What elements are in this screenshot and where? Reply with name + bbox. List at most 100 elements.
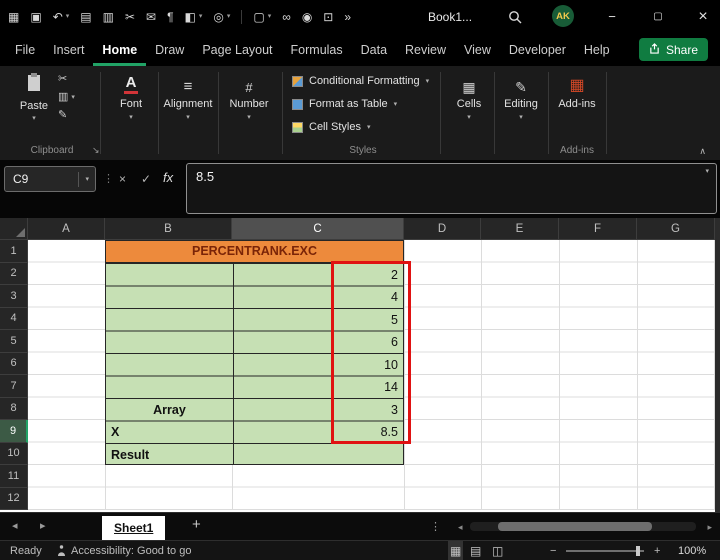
enter-entry-button[interactable]: ✓: [141, 172, 151, 186]
conditional-formatting-button[interactable]: Conditional Formatting ▾: [292, 75, 438, 87]
name-box-chevron-icon[interactable]: ▾: [79, 176, 95, 183]
tab-help[interactable]: Help: [575, 33, 619, 66]
search-icon[interactable]: [508, 10, 522, 29]
sheet-nav-left-icon[interactable]: ◂: [12, 521, 18, 532]
format-painter-button[interactable]: ✎: [58, 110, 75, 121]
row-header-3[interactable]: 3: [0, 285, 28, 308]
close-button[interactable]: ×: [686, 0, 720, 33]
zoom-level[interactable]: 100%: [678, 541, 706, 560]
insert-function-button[interactable]: fx: [163, 170, 173, 185]
name-box[interactable]: C9 ▾: [4, 166, 96, 192]
zoom-in-button[interactable]: +: [654, 541, 660, 560]
tab-data[interactable]: Data: [352, 33, 396, 66]
cut-button[interactable]: ✂: [58, 74, 75, 85]
tab-formulas[interactable]: Formulas: [282, 33, 352, 66]
column-header-d[interactable]: D: [404, 218, 481, 240]
row-header-9[interactable]: 9: [0, 420, 28, 443]
tab-developer[interactable]: Developer: [500, 33, 575, 66]
app-launcher-icon[interactable]: ▦: [8, 11, 19, 23]
collapse-ribbon-chevron-icon[interactable]: ∧: [699, 146, 706, 157]
undo-dropdown-chevron-icon[interactable]: ▾: [66, 13, 70, 20]
paste-button[interactable]: Paste ▾: [12, 72, 56, 122]
row-header-7[interactable]: 7: [0, 375, 28, 398]
formatting-marks-icon[interactable]: ¶: [167, 11, 173, 23]
sheet-nav-right-icon[interactable]: ▸: [40, 521, 46, 532]
new-file-icon[interactable]: ▢: [253, 11, 264, 23]
number-group-button[interactable]: # Number ▾: [222, 74, 276, 121]
cell-styles-button[interactable]: Cell Styles ▾: [292, 121, 438, 133]
more-commands-icon[interactable]: »: [344, 11, 351, 23]
cell-b10-result-label[interactable]: Result: [106, 444, 233, 467]
tab-insert[interactable]: Insert: [44, 33, 93, 66]
screen-clip-icon[interactable]: ⊡: [323, 11, 333, 23]
zoom-slider-thumb[interactable]: [636, 546, 640, 556]
column-header-e[interactable]: E: [481, 218, 559, 240]
cell-b8-array-label[interactable]: Array: [106, 399, 233, 422]
share-button[interactable]: Share: [638, 38, 708, 61]
editing-group-button[interactable]: ✎ Editing ▾: [496, 74, 546, 121]
column-header-c[interactable]: C: [232, 218, 404, 240]
vertical-scrollbar[interactable]: [715, 218, 720, 512]
alignment-group-button[interactable]: ≡ Alignment ▾: [161, 74, 215, 121]
select-all-button[interactable]: [0, 218, 28, 240]
cell-b1-title[interactable]: PERCENTRANK.EXC: [105, 240, 404, 263]
formula-bar-collapse-chevron-icon[interactable]: ▾: [705, 168, 709, 175]
fill-color-icon[interactable]: ◧: [185, 11, 196, 23]
print-icon[interactable]: ▤: [80, 11, 91, 23]
cancel-entry-button[interactable]: ×: [119, 172, 126, 186]
row-header-1[interactable]: 1: [0, 240, 28, 263]
accessibility-status[interactable]: Accessibility: Good to go: [71, 541, 191, 560]
zoom-slider[interactable]: [566, 550, 644, 552]
row-header-6[interactable]: 6: [0, 352, 28, 375]
new-file-chevron-icon[interactable]: ▾: [268, 13, 272, 20]
sheet-tab-sheet1[interactable]: Sheet1: [102, 516, 166, 540]
row-header-5[interactable]: 5: [0, 330, 28, 353]
row-header-2[interactable]: 2: [0, 262, 28, 285]
restore-button[interactable]: ▢: [641, 0, 675, 33]
add-sheet-button[interactable]: +: [192, 517, 201, 532]
addins-button[interactable]: ▦ Add-ins: [550, 74, 604, 111]
column-header-a[interactable]: A: [28, 218, 105, 240]
save-icon[interactable]: ▣: [30, 11, 41, 23]
row-header-8[interactable]: 8: [0, 397, 28, 420]
formula-input[interactable]: 8.5 ▾: [186, 163, 717, 214]
horizontal-scrollbar-thumb[interactable]: [498, 522, 652, 531]
horizontal-scrollbar[interactable]: [470, 522, 696, 531]
hscroll-left-arrow-icon[interactable]: ◂: [458, 522, 463, 532]
column-header-b[interactable]: B: [105, 218, 232, 240]
font-group-button[interactable]: A Font ▾: [104, 74, 158, 121]
normal-view-icon[interactable]: ▦: [448, 541, 464, 560]
cell-area[interactable]: PERCENTRANK.EXC 2 4 5 6 10 14 3 8.5 Arra…: [28, 240, 715, 510]
zoom-out-button[interactable]: −: [550, 541, 556, 560]
camera-icon[interactable]: ◉: [302, 11, 312, 23]
format-as-table-button[interactable]: Format as Table ▾: [292, 98, 438, 110]
page-break-view-icon[interactable]: ◫: [492, 541, 503, 560]
tab-bar-menu-icon[interactable]: ⋮: [430, 520, 441, 533]
page-layout-view-icon[interactable]: ▤: [470, 541, 481, 560]
cells-group-button[interactable]: ▦ Cells ▾: [444, 74, 494, 121]
minimize-button[interactable]: −: [595, 0, 629, 33]
tab-page-layout[interactable]: Page Layout: [193, 33, 281, 66]
link-icon[interactable]: ∞: [282, 11, 291, 23]
cut-icon[interactable]: ✂: [125, 11, 135, 23]
tab-review[interactable]: Review: [396, 33, 455, 66]
fill-color-chevron-icon[interactable]: ▾: [199, 13, 203, 20]
copy-button[interactable]: ▥ ▾: [58, 92, 75, 103]
tab-view[interactable]: View: [455, 33, 500, 66]
tab-file[interactable]: File: [6, 33, 44, 66]
column-header-f[interactable]: F: [559, 218, 637, 240]
tab-home[interactable]: Home: [93, 33, 146, 66]
mail-icon[interactable]: ✉: [146, 11, 156, 23]
row-header-4[interactable]: 4: [0, 307, 28, 330]
column-header-g[interactable]: G: [637, 218, 715, 240]
formula-bar-drag-handle[interactable]: ⋮: [103, 172, 114, 185]
record-icon[interactable]: ◎: [213, 11, 223, 23]
cell-b9-x-label[interactable]: X: [106, 421, 233, 444]
row-header-12[interactable]: 12: [0, 487, 28, 510]
copy-icon[interactable]: ▥: [103, 11, 114, 23]
record-chevron-icon[interactable]: ▾: [227, 13, 231, 20]
row-header-10[interactable]: 10: [0, 442, 28, 465]
tab-draw[interactable]: Draw: [146, 33, 193, 66]
row-header-11[interactable]: 11: [0, 465, 28, 488]
avatar[interactable]: AK: [552, 5, 574, 27]
